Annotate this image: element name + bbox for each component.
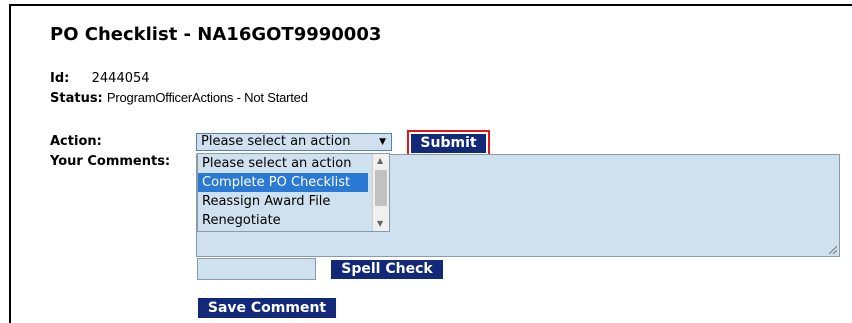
spell-check-input[interactable] xyxy=(197,258,316,280)
id-label: Id: xyxy=(50,71,70,86)
action-dropdown-list[interactable]: Please select an action Complete PO Chec… xyxy=(197,153,390,232)
spell-check-button[interactable]: Spell Check xyxy=(331,260,443,279)
comments-label: Your Comments: xyxy=(50,154,171,169)
dropdown-scrollbar[interactable]: ▲ ▼ xyxy=(372,154,389,231)
submit-button[interactable]: Submit xyxy=(411,134,486,153)
content-border-left xyxy=(9,4,11,323)
status-row: Status: ProgramOfficerActions - Not Star… xyxy=(50,90,308,106)
id-value: 2444054 xyxy=(91,71,150,86)
status-value: ProgramOfficerActions - Not Started xyxy=(106,90,308,105)
chevron-down-icon: ▼ xyxy=(379,137,386,147)
scroll-down-icon[interactable]: ▼ xyxy=(377,219,383,228)
submit-highlight: Submit xyxy=(407,130,490,157)
scroll-up-icon[interactable]: ▲ xyxy=(377,156,383,165)
dropdown-option[interactable]: Please select an action xyxy=(198,154,368,173)
dropdown-option[interactable]: Reassign Award File xyxy=(198,192,368,211)
resize-grip-icon[interactable] xyxy=(828,245,837,254)
action-select[interactable]: Please select an action ▼ xyxy=(196,133,392,151)
dropdown-option-highlighted[interactable]: Complete PO Checklist xyxy=(198,173,368,192)
scrollbar-thumb[interactable] xyxy=(375,170,387,206)
page-title: PO Checklist - NA16GOT9990003 xyxy=(50,24,382,45)
content-border-top xyxy=(9,4,852,6)
action-label: Action: xyxy=(50,134,102,149)
dropdown-option[interactable]: Renegotiate xyxy=(198,211,368,230)
status-label: Status: xyxy=(50,91,103,106)
action-select-value: Please select an action xyxy=(201,134,351,149)
save-comment-button[interactable]: Save Comment xyxy=(198,298,336,318)
id-row: Id: 2444054 xyxy=(50,71,150,86)
